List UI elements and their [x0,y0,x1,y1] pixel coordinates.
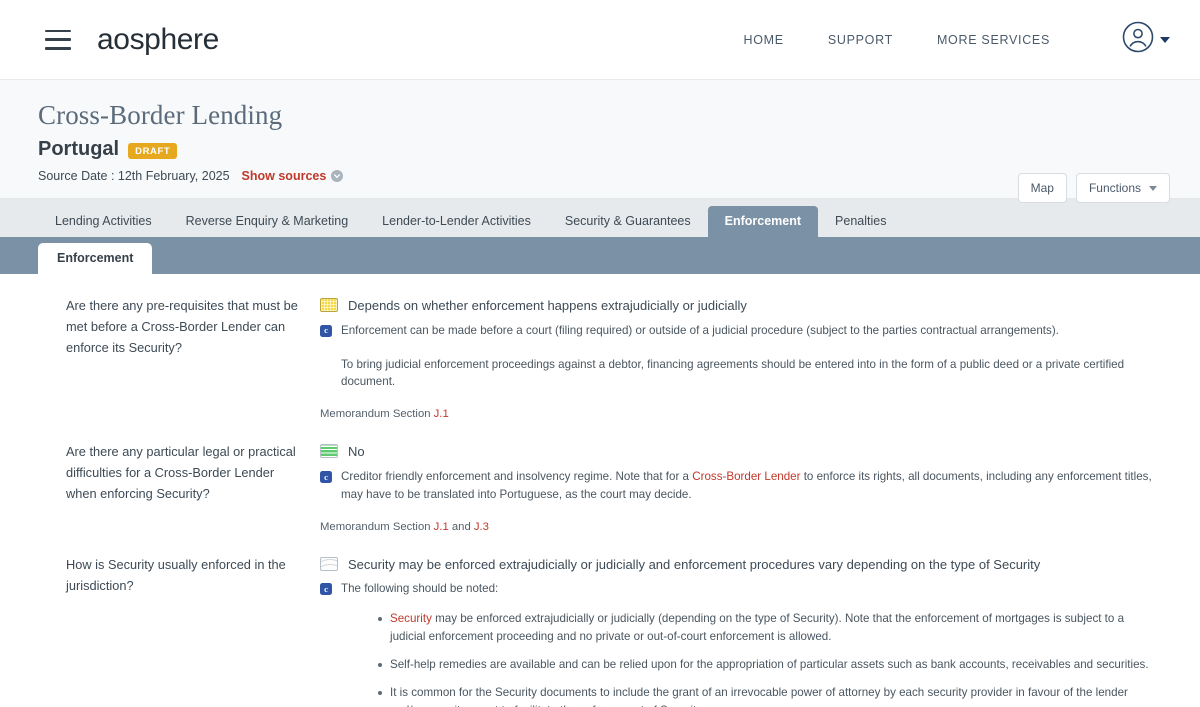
map-button-label: Map [1031,181,1054,195]
top-header: aosphere HOME SUPPORT MORE SERVICES [0,0,1200,80]
note-row: c Enforcement can be made before a court… [320,322,1160,340]
nav-item-support[interactable]: SUPPORT [828,33,893,47]
nav-item-home[interactable]: HOME [744,33,784,47]
answer-headline-row: No [320,442,1160,461]
functions-button-label: Functions [1089,181,1141,195]
show-sources-toggle[interactable]: Show sources [242,169,344,183]
tab-enforcement[interactable]: Enforcement [708,206,818,238]
functions-button[interactable]: Functions [1076,173,1170,203]
answer-headline: Security may be enforced extrajudicially… [348,555,1040,574]
content-area: Are there any pre-requisites that must b… [0,274,1200,707]
hamburger-icon[interactable] [45,30,71,50]
chevron-down-circle-icon [331,170,343,182]
answer-headline: No [348,442,365,461]
hamburger-bar [45,30,71,33]
status-swatch-green-icon [320,444,338,458]
qa-block: How is Security usually enforced in the … [40,555,1160,707]
qa-block: Are there any particular legal or practi… [40,442,1160,532]
source-row: Source Date : 12th February, 2025 Show s… [38,169,1170,183]
country-heading-row: Portugal DRAFT [38,138,1170,161]
subtab-enforcement[interactable]: Enforcement [38,243,152,275]
status-swatch-yellow-icon [320,298,338,312]
brand-logo[interactable]: aosphere [97,23,219,57]
hamburger-bar [45,38,71,41]
question-text: Are there any particular legal or practi… [40,442,320,532]
answer-headline-row: Depends on whether enforcement happens e… [320,296,1160,315]
hamburger-bar [45,47,71,50]
map-button[interactable]: Map [1018,173,1067,203]
memorandum-prefix: Memorandum Section [320,408,434,420]
show-sources-label: Show sources [242,169,327,183]
question-text: How is Security usually enforced in the … [40,555,320,707]
list-item-text: Self-help remedies are available and can… [390,658,1149,671]
nav-item-more-services[interactable]: MORE SERVICES [937,33,1050,47]
question-text: Are there any pre-requisites that must b… [40,296,320,420]
list-item-text: may be enforced extrajudicially or judic… [390,612,1124,643]
chevron-down-icon [1149,186,1157,191]
note-row: c The following should be noted: [320,580,1160,598]
primary-navigation: HOME SUPPORT MORE SERVICES [744,21,1170,58]
tab-reverse-enquiry-marketing[interactable]: Reverse Enquiry & Marketing [169,206,366,238]
list-item: Self-help remedies are available and can… [378,656,1160,674]
account-menu[interactable] [1122,21,1170,58]
answer-column: Security may be enforced extrajudicially… [320,555,1160,707]
answer-column: No c Creditor friendly enforcement and i… [320,442,1160,532]
note-bullet-list: Security may be enforced extrajudicially… [320,610,1160,707]
memorandum-section-link[interactable]: J.1 [434,521,449,533]
comment-c-icon: c [320,325,332,337]
answer-column: Depends on whether enforcement happens e… [320,296,1160,420]
memorandum-reference: Memorandum Section J.1 and J.3 [320,521,1160,533]
note-text: Enforcement can be made before a court (… [341,322,1059,340]
memorandum-section-link[interactable]: J.3 [474,521,489,533]
memorandum-conjunction: and [449,521,474,533]
country-name: Portugal [38,138,119,161]
answer-headline: Depends on whether enforcement happens e… [348,296,747,315]
sub-tab-bar: Enforcement [0,237,1200,274]
source-date: Source Date : 12th February, 2025 [38,169,230,183]
note-row: c Creditor friendly enforcement and inso… [320,468,1160,504]
note-text-part1: Creditor friendly enforcement and insolv… [341,470,692,483]
user-circle-icon [1122,21,1154,58]
list-item-text: It is common for the Security documents … [390,686,1128,707]
status-badge: DRAFT [128,143,177,159]
tab-penalties[interactable]: Penalties [818,206,903,238]
tab-lending-activities[interactable]: Lending Activities [38,206,169,238]
chevron-down-icon [1160,37,1170,43]
note-text: The following should be noted: [341,580,498,598]
list-item: Security may be enforced extrajudicially… [378,610,1160,646]
tab-security-guarantees[interactable]: Security & Guarantees [548,206,708,238]
glossary-term-link[interactable]: Security [390,612,432,625]
memorandum-reference: Memorandum Section J.1 [320,408,1160,420]
comment-c-icon: c [320,471,332,483]
tab-lender-to-lender-activities[interactable]: Lender-to-Lender Activities [365,206,548,238]
main-tab-bar: Lending Activities Reverse Enquiry & Mar… [0,199,1200,237]
status-swatch-neutral-icon [320,557,338,571]
page-title-area: Cross-Border Lending Portugal DRAFT Sour… [0,80,1200,199]
list-item: It is common for the Security documents … [378,684,1160,707]
note-text: Creditor friendly enforcement and insolv… [341,468,1160,504]
title-action-buttons: Map Functions [1018,173,1170,203]
qa-block: Are there any pre-requisites that must b… [40,296,1160,420]
answer-headline-row: Security may be enforced extrajudicially… [320,555,1160,574]
page-title: Cross-Border Lending [38,100,1170,131]
memorandum-section-link[interactable]: J.1 [434,408,449,420]
note-sub-paragraph: To bring judicial enforcement proceeding… [341,356,1160,392]
comment-c-icon: c [320,583,332,595]
glossary-term-link[interactable]: Cross-Border Lender [692,470,800,483]
memorandum-prefix: Memorandum Section [320,521,434,533]
